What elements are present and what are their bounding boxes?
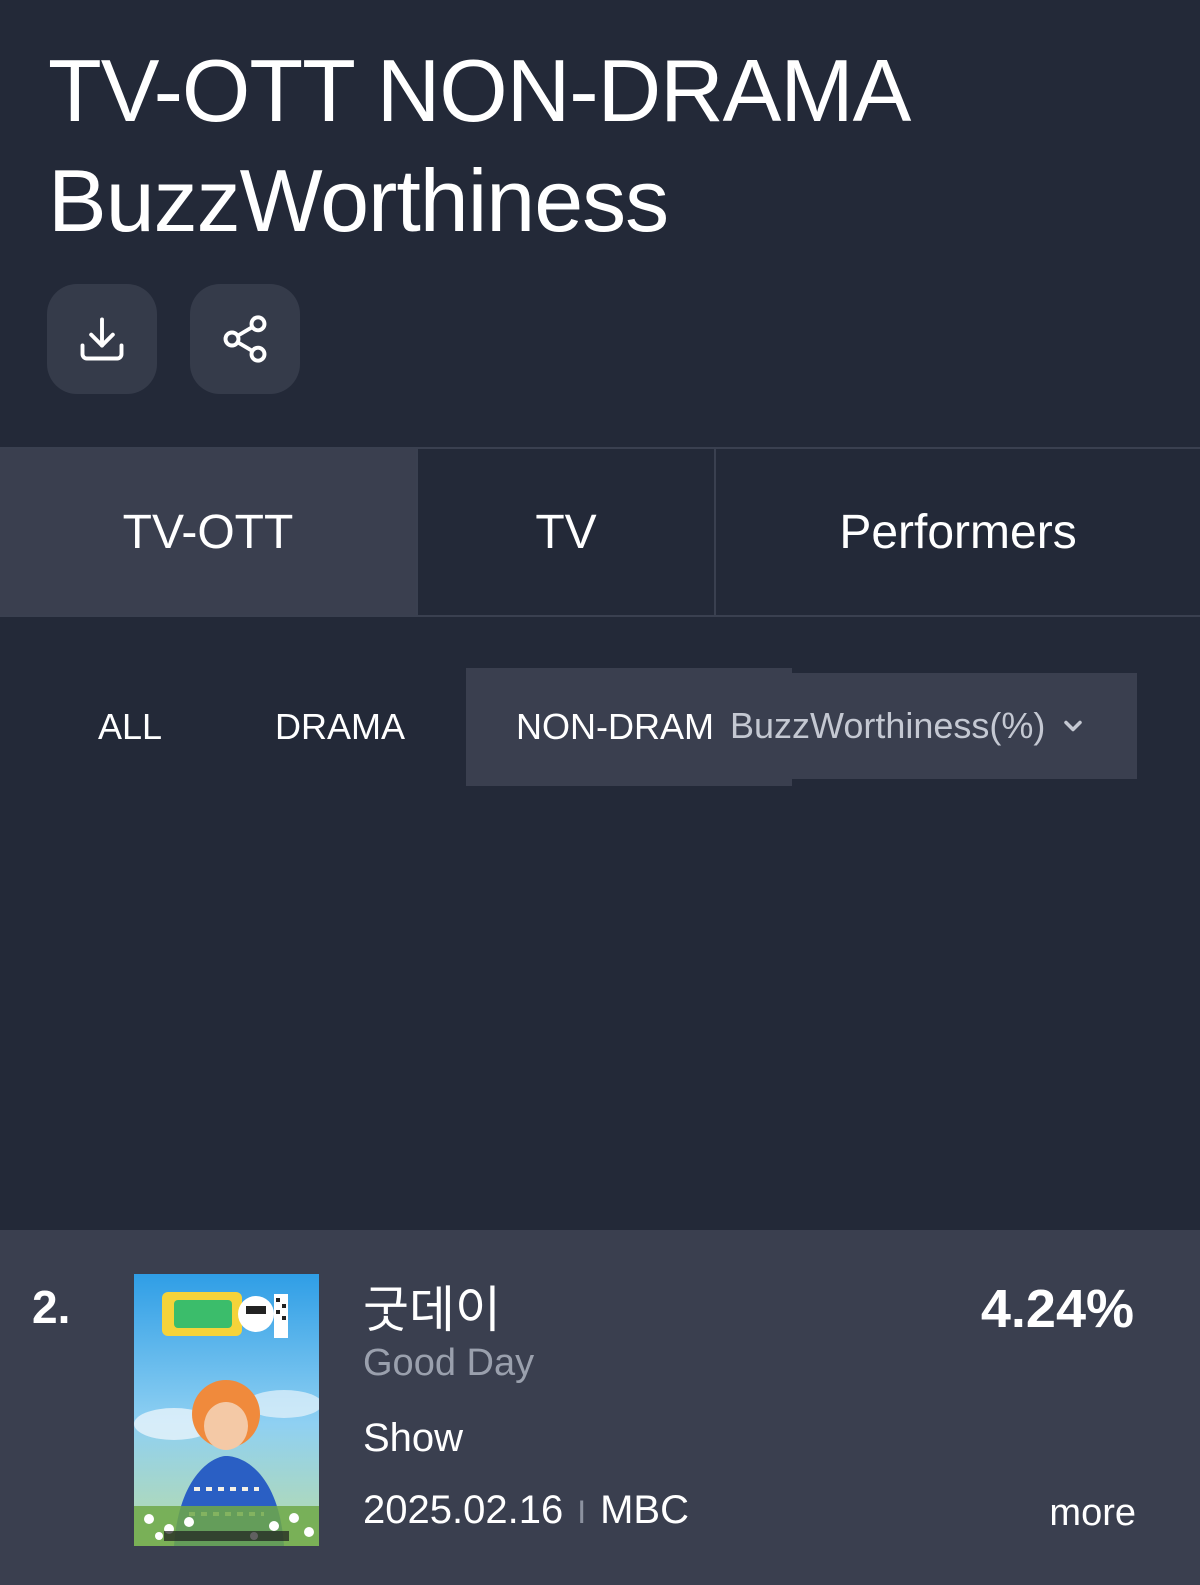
download-button[interactable] xyxy=(47,284,157,394)
ranking-row[interactable]: 2. 굿데이 Good Day Show 2025.02.16 I MBC 4.… xyxy=(0,1230,1200,1585)
subtab-drama[interactable]: DRAMA xyxy=(250,668,430,786)
tab-tv-ott[interactable]: TV-OTT xyxy=(0,449,416,615)
share-button[interactable] xyxy=(190,284,300,394)
chevron-down-icon xyxy=(1064,720,1083,732)
show-poster[interactable] xyxy=(134,1274,319,1546)
show-title-english: Good Day xyxy=(363,1342,535,1384)
download-icon xyxy=(80,317,124,361)
more-link[interactable]: more xyxy=(1049,1492,1136,1535)
show-meta: 2025.02.16 I MBC xyxy=(363,1488,689,1533)
rank-number: 2. xyxy=(32,1281,71,1333)
metric-dropdown[interactable]: BuzzWorthiness(%) xyxy=(712,673,1137,779)
category-tabs: TV-OTT TV Performers xyxy=(0,447,1200,617)
subtab-all[interactable]: ALL xyxy=(60,668,200,786)
network: MBC xyxy=(600,1488,689,1532)
tab-tv[interactable]: TV xyxy=(416,449,714,615)
show-genre: Show xyxy=(363,1416,464,1460)
tab-performers[interactable]: Performers xyxy=(714,449,1200,615)
buzz-score: 4.24% xyxy=(980,1279,1134,1339)
page-title-line1: TV-OTT NON-DRAMA xyxy=(48,41,911,140)
page-title-line2: BuzzWorthiness xyxy=(48,151,669,250)
show-title-korean: 굿데이 xyxy=(363,1281,501,1339)
share-icon xyxy=(223,315,267,363)
air-date: 2025.02.16 xyxy=(363,1488,564,1532)
meta-separator: I xyxy=(577,1494,587,1530)
metric-dropdown-value: BuzzWorthiness(%) xyxy=(730,705,1046,746)
page-title: TV-OTT NON-DRAMA BuzzWorthiness xyxy=(48,36,911,256)
